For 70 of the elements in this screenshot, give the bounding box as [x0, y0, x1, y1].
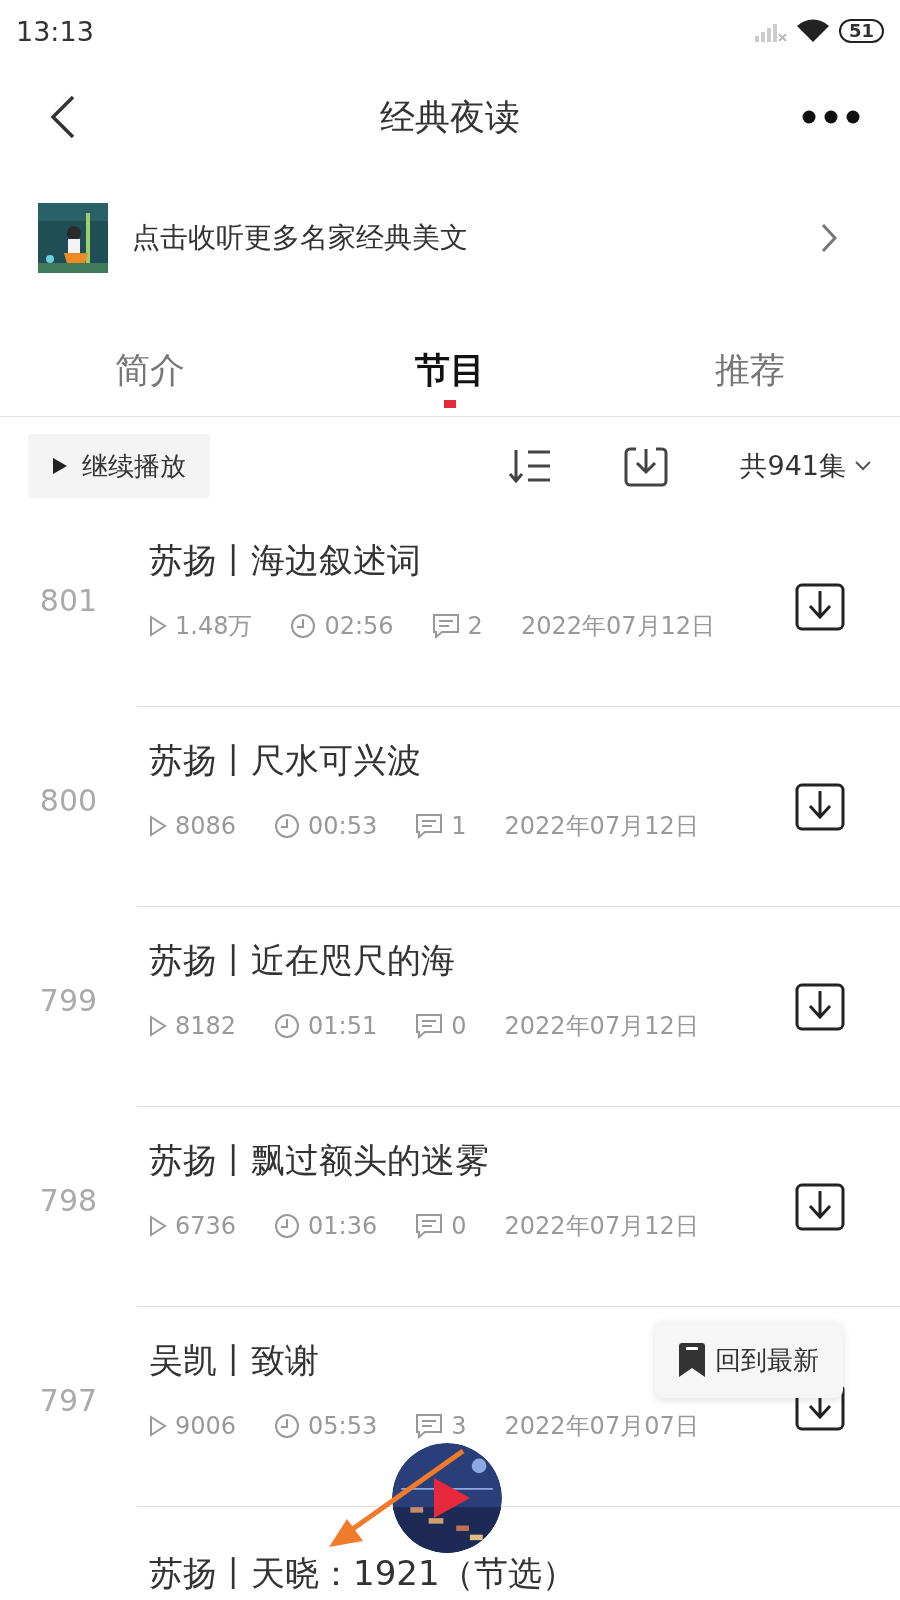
clock-icon — [274, 812, 301, 839]
publish-date: 2022年07月12日 — [504, 810, 699, 842]
clock-icon — [274, 1212, 301, 1239]
more-icon[interactable] — [802, 110, 860, 124]
episode-number: 800 — [39, 782, 98, 818]
bookmark-icon — [679, 1343, 705, 1377]
episode-title: 苏扬丨海边叙述词 — [149, 538, 421, 582]
chevron-down-icon — [854, 460, 872, 472]
clock-icon — [274, 1012, 301, 1039]
continue-play-button[interactable]: 继续播放 — [28, 434, 210, 498]
play-count-icon — [149, 1014, 167, 1037]
sort-icon[interactable] — [508, 448, 553, 484]
episode-count-dropdown[interactable]: 共941集 — [740, 448, 872, 484]
comment-count: 0 — [451, 1211, 467, 1240]
status-time: 13:13 — [16, 15, 94, 47]
publish-date: 2022年07月12日 — [520, 610, 716, 642]
play-count-icon — [149, 1414, 167, 1437]
battery-indicator: 51 — [838, 19, 884, 43]
episode-title: 苏扬丨尺水可兴波 — [149, 738, 421, 782]
download-icon[interactable] — [795, 982, 845, 1031]
comment-count: 3 — [451, 1411, 467, 1440]
download-icon[interactable] — [624, 445, 669, 487]
wifi-icon — [796, 19, 829, 43]
publish-date: 2022年07月12日 — [504, 1210, 699, 1242]
episode-number: 798 — [39, 1182, 98, 1218]
play-icon — [432, 1476, 472, 1520]
play-count: 6736 — [175, 1211, 237, 1240]
download-icon[interactable] — [795, 1182, 845, 1231]
play-count-icon — [149, 614, 167, 637]
play-count: 8086 — [175, 811, 237, 840]
play-count: 8182 — [175, 1011, 237, 1040]
back-icon[interactable] — [50, 95, 76, 139]
chevron-right-icon — [820, 223, 838, 253]
comment-icon — [415, 1212, 444, 1239]
play-icon — [52, 457, 68, 475]
play-count-icon — [149, 1214, 167, 1237]
episode-number: 801 — [39, 582, 98, 618]
banner-link[interactable]: 点击收听更多名家经典美文 — [38, 202, 838, 274]
duration: 05:53 — [308, 1411, 378, 1440]
clock-icon — [290, 612, 317, 639]
download-icon[interactable] — [795, 582, 845, 631]
tab[interactable]: 节目 — [300, 324, 600, 416]
clock-icon — [274, 1412, 301, 1439]
episode-number: 797 — [39, 1382, 98, 1418]
back-to-latest-button[interactable]: 回到最新 — [655, 1322, 843, 1398]
duration: 01:36 — [308, 1211, 378, 1240]
episode-title: 苏扬丨天晓：1921（节选） — [149, 1552, 576, 1595]
download-icon[interactable] — [795, 782, 845, 831]
duration: 01:51 — [308, 1011, 378, 1040]
play-count: 1.48万 — [175, 610, 253, 642]
comment-icon — [415, 1412, 444, 1439]
episode-title: 苏扬丨飘过额头的迷雾 — [149, 1138, 489, 1182]
episode-title: 吴凯丨致谢 — [149, 1338, 319, 1382]
comment-count: 2 — [467, 611, 483, 640]
comment-count: 1 — [451, 811, 467, 840]
play-count-icon — [149, 814, 167, 837]
duration: 00:53 — [308, 811, 378, 840]
episode-title: 苏扬丨近在咫尺的海 — [149, 938, 455, 982]
tab[interactable]: 推荐 — [600, 324, 900, 416]
comment-icon — [415, 812, 444, 839]
comment-icon — [431, 612, 460, 639]
play-count: 9006 — [175, 1411, 237, 1440]
tab[interactable]: 简介 — [0, 324, 300, 416]
comment-icon — [415, 1012, 444, 1039]
duration: 02:56 — [324, 611, 394, 640]
episode-number: 799 — [39, 982, 98, 1018]
publish-date: 2022年07月12日 — [504, 1010, 699, 1042]
publish-date: 2022年07月07日 — [504, 1410, 699, 1442]
page-title: 经典夜读 — [379, 95, 521, 139]
comment-count: 0 — [451, 1011, 467, 1040]
